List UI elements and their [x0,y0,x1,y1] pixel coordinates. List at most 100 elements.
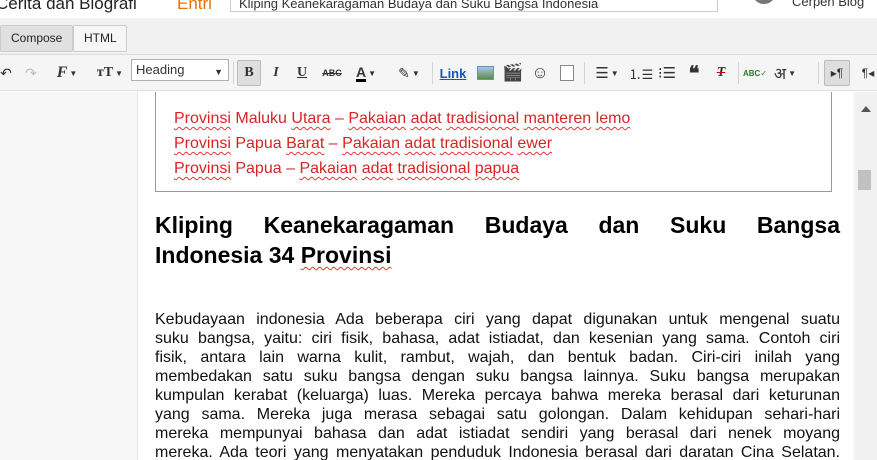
table-word: – [334,110,344,127]
table-word: Pakaian [299,160,358,177]
left-to-right-button[interactable]: ▸¶ [824,60,850,86]
editor-scrollbar[interactable] [855,92,877,460]
paragraph-line: suku bangsa, yaitu: ciri fisik, bahasa, … [155,330,840,347]
clear-format-icon: T [716,65,726,80]
table-word: Provinsi [174,110,231,127]
highlight-color-button[interactable]: ✎ ▼ [392,60,426,86]
scroll-up-icon[interactable] [861,106,871,112]
heading-line-2a: Indonesia 34 [155,242,301,268]
quote-button[interactable]: ❝ [684,60,704,86]
ltr-icon: ▸¶ [830,66,844,80]
table-word: Provinsi [174,135,231,152]
table-word: tradisional [446,110,520,127]
toolbar-divider [818,62,819,84]
table-word: Barat [286,135,325,152]
paragraph-line: mereka. Ada teori yang menyatakan pendud… [155,444,840,460]
rtl-icon: ¶◂ [861,66,875,80]
avatar[interactable] [752,0,776,4]
blog-title[interactable]: Cerita dan Biografi [0,0,137,14]
bold-button[interactable]: B [237,60,261,86]
formatting-toolbar: ↶ ↷ F ▼ тT ▼ Heading ▼ B I U ABC A ▼ ✎ ▼ Lin… [0,55,877,91]
table-word: manteren [523,110,592,127]
table-word: ewer [517,135,553,152]
table-word: adat [410,110,442,127]
chevron-down-icon: ▼ [115,68,124,78]
table-word: Pakaian [348,110,407,127]
insert-image-button[interactable] [475,60,495,86]
html-tab[interactable]: HTML [73,25,127,52]
page-break-icon [560,65,574,81]
table-word: adat [361,160,393,177]
paragraph-line: yang sama. Mereka juga merasa sebagai sa… [155,406,840,423]
chevron-down-icon: ▼ [411,68,420,78]
underline-button[interactable]: U [292,60,312,86]
chevron-down-icon: ▼ [69,68,78,78]
body-paragraph[interactable]: Kebudayaan indonesia Ada beberapa ciri y… [155,310,840,460]
input-language-button[interactable]: अ ▼ [772,60,798,86]
paragraph-line: kumpulan kerabat (keluarga) luas. Mereka… [155,387,840,404]
table-line[interactable]: Provinsi Maluku Utara – Pakaian adat tra… [174,110,630,128]
table-word: Maluku [235,110,287,127]
editor-area: Provinsi Maluku Utara – Pakaian adat tra… [0,92,877,460]
strikethrough-button[interactable]: ABC [320,60,344,86]
user-name[interactable]: Cerpen Blog [792,0,864,9]
link-button[interactable]: Link [438,60,468,86]
paragraph-line: mereka mempunyai bahasa dan adat istiada… [155,425,840,442]
table-line[interactable]: Provinsi Papua – Pakaian adat tradisiona… [174,160,519,178]
insert-emoji-button[interactable]: ☺ [530,60,550,86]
toolbar-divider [738,62,739,84]
table-word: adat [404,135,436,152]
text-color-button[interactable]: A ▼ [352,60,380,86]
font-family-button[interactable]: F ▼ [54,60,80,86]
table-word: lemo [595,110,631,127]
bulleted-list-icon: ⁝☰ [657,65,677,82]
post-title-input[interactable]: Kliping Keanekaragaman Budaya dan Suku B… [230,0,718,12]
font-size-icon: тT [96,65,114,80]
heading-select[interactable]: Heading ▼ [131,59,229,81]
table-word: papua [474,160,520,177]
spell-check-icon: ABC✓ [742,68,768,78]
font-size-button[interactable]: тT ▼ [94,60,126,86]
hindi-letter-icon: अ [773,66,787,83]
remove-formatting-button[interactable]: T [711,60,731,86]
quote-icon: ❝ [688,62,700,85]
right-to-left-button[interactable]: ¶◂ [855,60,877,86]
image-icon [476,66,494,80]
numbered-list-button[interactable]: ⒈☰ [628,60,654,86]
table-word: Provinsi [174,160,231,177]
table-word: tradisional [440,135,513,152]
mode-label: Entri [177,0,212,13]
mode-bar: Compose HTML [0,18,877,55]
paragraph-line: membedakan satu suku bangsa dengan suku … [155,368,840,385]
editor-page[interactable]: Provinsi Maluku Utara – Pakaian adat tra… [137,92,853,460]
chevron-down-icon: ▼ [610,68,619,78]
chevron-down-icon: ▼ [788,68,797,78]
blogger-header: Cerita dan Biografi Entri Kliping Keanek… [0,0,877,18]
highlighter-icon: ✎ [398,64,410,81]
bulleted-list-button[interactable]: ⁝☰ [657,60,677,86]
spell-check-button[interactable]: ABC✓ [742,60,768,86]
numbered-list-icon: ⒈☰ [628,66,654,82]
redo-icon[interactable]: ↷ [22,60,40,86]
scrollbar-thumb[interactable] [858,170,871,190]
compose-tab[interactable]: Compose [0,25,73,52]
toolbar-divider [584,62,585,84]
table-word: – [286,160,295,177]
heading-line-2b: Provinsi [300,242,392,268]
table-line[interactable]: Provinsi Papua Barat – Pakaian adat trad… [174,135,552,153]
insert-video-button[interactable]: 🎬 [502,60,523,86]
table-word: Papua [235,135,282,152]
heading-line-1: Kliping Keanekaragaman Budaya dan Suku B… [155,212,840,238]
post-heading[interactable]: Kliping Keanekaragaman Budaya dan Suku B… [155,210,840,270]
table-word: Papua [235,160,282,177]
chevron-down-icon: ▼ [368,68,377,78]
undo-icon[interactable]: ↶ [0,60,14,86]
heading-select-value: Heading [136,62,185,77]
alignment-button[interactable]: ☰ ▼ [592,60,622,86]
align-justify-icon: ☰ [595,65,609,82]
paragraph-line: Kebudayaan indonesia Ada beberapa ciri y… [155,311,840,328]
italic-button[interactable]: I [266,60,286,86]
insert-jump-break-button[interactable] [557,60,577,86]
table-word: Utara [291,110,331,127]
paragraph-line: fisik, antara lain warna kulit, rambut, … [155,349,840,366]
